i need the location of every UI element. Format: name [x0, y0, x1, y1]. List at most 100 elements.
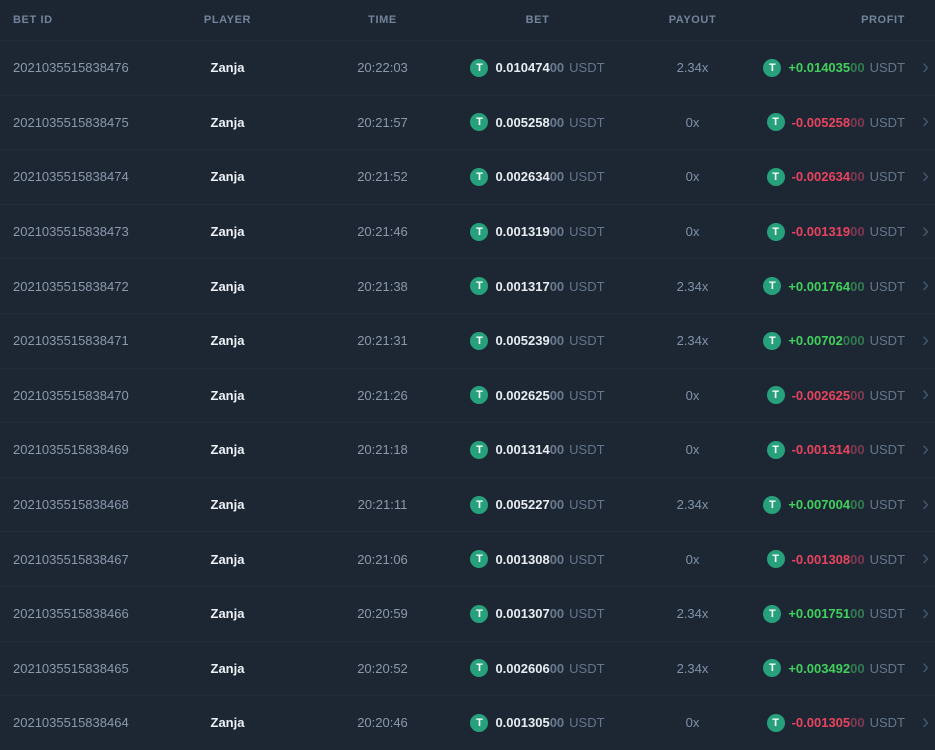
bet-amount-trailing-zeros: 00	[549, 278, 565, 294]
table-row[interactable]: 2021035515838476 Zanja 20:22:03 T 0.0104…	[0, 40, 935, 95]
table-row[interactable]: 2021035515838474 Zanja 20:21:52 T 0.0026…	[0, 149, 935, 204]
chevron-right-icon: ›	[922, 219, 929, 243]
tether-icon: T	[470, 58, 489, 77]
tether-icon: T	[763, 277, 782, 296]
table-row[interactable]: 2021035515838473 Zanja 20:21:46 T 0.0013…	[0, 203, 935, 259]
chevron-right-icon: ›	[922, 601, 929, 625]
bet-id: 2021035515838469	[13, 442, 129, 458]
currency-label: USDT	[869, 114, 905, 130]
table-row[interactable]: 2021035515838466 Zanja 20:20:59 T 0.0013…	[0, 585, 935, 641]
bet-amount-trailing-zeros: 00	[549, 606, 565, 622]
bet-amount: T 0.001308 00 USDT	[460, 550, 615, 569]
player-name: Zanja	[210, 278, 245, 294]
bet-amount-value: 0.002634	[495, 169, 550, 185]
tether-icon: T	[766, 713, 785, 732]
profit-amount-value: -0.002625	[791, 387, 851, 403]
currency-label: USDT	[869, 387, 905, 403]
bet-time: 20:22:03	[357, 60, 408, 76]
table-header: BET ID PLAYER TIME BET PAYOUT PROFIT	[0, 0, 935, 40]
bet-amount-value: 0.001307	[495, 606, 550, 622]
table-row[interactable]: 2021035515838465 Zanja 20:20:52 T 0.0026…	[0, 640, 935, 696]
player-name: Zanja	[210, 497, 245, 513]
bet-time: 20:20:52	[357, 660, 408, 676]
player-name: Zanja	[210, 114, 245, 130]
column-header-bet: BET	[525, 14, 550, 26]
bet-amount-value: 0.002606	[495, 660, 550, 676]
tether-icon: T	[470, 277, 489, 296]
bet-amount: T 0.002634 00 USDT	[460, 167, 615, 186]
bet-amount-value: 0.001314	[495, 442, 550, 458]
bet-amount: T 0.001307 00 USDT	[460, 604, 615, 623]
currency-label: USDT	[569, 715, 605, 731]
table-row[interactable]: 2021035515838467 Zanja 20:21:06 T 0.0013…	[0, 531, 935, 586]
bet-amount-trailing-zeros: 00	[549, 224, 565, 240]
table-row[interactable]: 2021035515838472 Zanja 20:21:38 T 0.0013…	[0, 258, 935, 313]
bet-amount: T 0.001319 00 USDT	[460, 222, 615, 241]
bet-amount-value: 0.005258	[495, 114, 550, 130]
bet-time: 20:21:46	[357, 224, 408, 240]
bet-amount: T 0.010474 00 USDT	[460, 58, 615, 77]
profit-amount: T +0.001764 00 USDT ›	[763, 275, 935, 296]
table-row[interactable]: 2021035515838470 Zanja 20:21:26 T 0.0026…	[0, 367, 935, 423]
profit-amount-trailing-zeros: 00	[850, 60, 865, 76]
currency-label: USDT	[569, 169, 605, 185]
bet-time: 20:21:57	[357, 114, 408, 130]
bet-id: 2021035515838466	[13, 606, 129, 622]
tether-icon: T	[470, 713, 489, 732]
currency-label: USDT	[569, 551, 605, 567]
currency-label: USDT	[869, 715, 905, 731]
bet-time: 20:21:11	[357, 497, 408, 513]
chevron-right-icon: ›	[922, 110, 929, 134]
chevron-right-icon: ›	[922, 655, 929, 679]
player-name: Zanja	[210, 606, 245, 622]
table-row[interactable]: 2021035515838469 Zanja 20:21:18 T 0.0013…	[0, 422, 935, 477]
table-row[interactable]: 2021035515838471 Zanja 20:21:31 T 0.0052…	[0, 312, 935, 368]
player-name: Zanja	[210, 442, 245, 458]
bet-amount-value: 0.005227	[495, 497, 550, 513]
currency-label: USDT	[869, 278, 905, 294]
table-body: 2021035515838476 Zanja 20:22:03 T 0.0104…	[0, 40, 935, 750]
bet-amount: T 0.001305 00 USDT	[460, 713, 615, 732]
payout-multiplier: 2.34x	[676, 497, 709, 513]
currency-label: USDT	[869, 497, 905, 513]
bet-amount-trailing-zeros: 00	[549, 60, 565, 76]
currency-label: USDT	[869, 606, 905, 622]
chevron-right-icon: ›	[922, 328, 929, 352]
table-row[interactable]: 2021035515838468 Zanja 20:21:11 T 0.0052…	[0, 476, 935, 532]
tether-icon: T	[763, 495, 782, 514]
player-name: Zanja	[210, 60, 245, 76]
table-row[interactable]: 2021035515838464 Zanja 20:20:46 T 0.0013…	[0, 695, 935, 750]
bet-amount-value: 0.001317	[495, 278, 550, 294]
column-header-time: TIME	[368, 14, 397, 26]
bet-amount-trailing-zeros: 00	[549, 715, 565, 731]
currency-label: USDT	[569, 387, 605, 403]
profit-amount-value: +0.00702	[788, 333, 843, 349]
player-name: Zanja	[210, 224, 245, 240]
player-name: Zanja	[210, 387, 245, 403]
profit-amount-value: -0.001314	[791, 442, 851, 458]
bet-time: 20:21:06	[357, 551, 408, 567]
bet-amount-value: 0.005239	[495, 333, 550, 349]
profit-amount: T +0.007004 00 USDT ›	[763, 493, 935, 514]
payout-multiplier: 0x	[685, 169, 700, 185]
bet-id: 2021035515838471	[13, 333, 129, 349]
bet-time: 20:21:31	[357, 333, 408, 349]
player-name: Zanja	[210, 551, 245, 567]
profit-amount-value: +0.003492	[788, 660, 851, 676]
player-name: Zanja	[210, 715, 245, 731]
currency-label: USDT	[569, 114, 605, 130]
tether-icon: T	[766, 222, 785, 241]
bet-amount-value: 0.001308	[495, 551, 550, 567]
profit-amount-trailing-zeros: 00	[850, 387, 865, 403]
bet-amount: T 0.002625 00 USDT	[460, 386, 615, 405]
currency-label: USDT	[569, 497, 605, 513]
table-row[interactable]: 2021035515838475 Zanja 20:21:57 T 0.0052…	[0, 94, 935, 150]
payout-multiplier: 0x	[685, 387, 700, 403]
profit-amount-trailing-zeros: 00	[850, 442, 865, 458]
profit-amount-trailing-zeros: 00	[850, 715, 865, 731]
tether-icon: T	[763, 331, 782, 350]
profit-amount-trailing-zeros: 000	[842, 333, 865, 349]
profit-amount-value: -0.002634	[791, 169, 851, 185]
column-header-player: PLAYER	[203, 14, 252, 26]
profit-amount-value: +0.001764	[788, 278, 851, 294]
